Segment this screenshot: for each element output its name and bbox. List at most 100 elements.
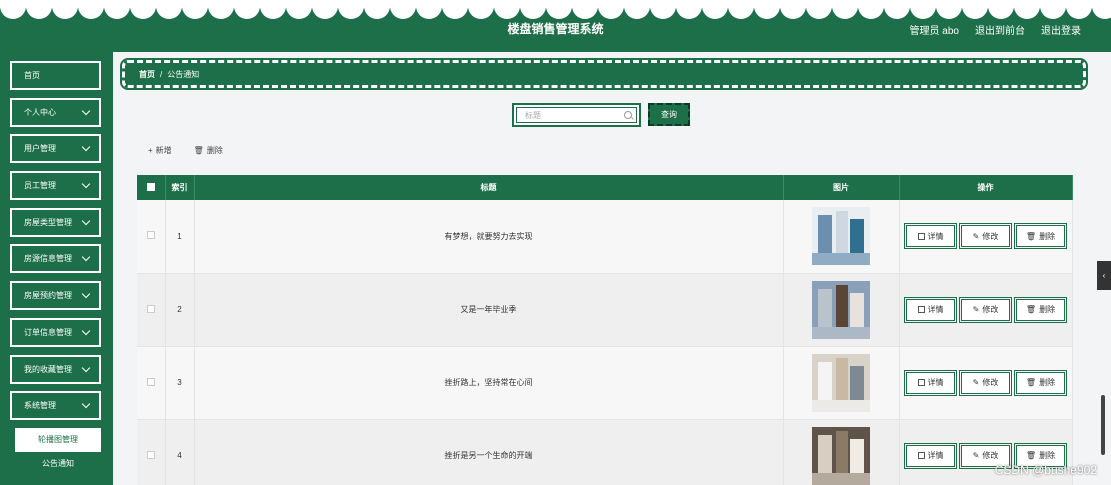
sidebar-item-label: 个人中心 — [24, 107, 56, 117]
select-all-checkbox[interactable] — [146, 182, 155, 191]
scallop-shape — [754, 0, 780, 19]
table-row: 3 挫折路上，坚持常在心间 详情 ✎ 修改 🗑 删除 — [137, 346, 1073, 420]
scallop-shape — [988, 0, 1014, 19]
trash-icon: 🗑 — [1025, 305, 1037, 314]
notice-image — [812, 426, 870, 485]
edit-button[interactable]: ✎ 修改 — [959, 296, 1012, 323]
search-inner — [516, 107, 637, 123]
notice-image — [812, 280, 870, 339]
scallop-shape — [650, 0, 676, 19]
row-select-cell — [137, 273, 166, 347]
scallop-shape — [182, 0, 208, 19]
trash-icon: 🗑 — [1025, 378, 1037, 387]
sidebar-item[interactable]: 系统管理 — [9, 390, 102, 422]
scallop-shape — [676, 0, 702, 19]
notice-table: 索引 标题 图片 操作 1 有梦想，就要努力去实现 详情 ✎ 修改 🗑 删除 2 又是一年毕业季… — [137, 175, 1073, 485]
sidebar-item[interactable]: 用户管理 — [9, 133, 102, 165]
pencil-icon: ✎ — [972, 378, 980, 387]
pencil-icon: ✎ — [972, 305, 980, 314]
detail-button[interactable]: 详情 — [904, 369, 957, 396]
sidebar-item[interactable]: 首页 — [9, 60, 102, 91]
sidebar: 首页个人中心用户管理员工管理房屋类型管理房源信息管理 房屋预约管理订单信息管理我的… — [0, 52, 113, 485]
breadcrumb-home[interactable]: 首页 — [139, 69, 155, 80]
row-checkbox[interactable] — [146, 231, 155, 240]
row-image-cell — [783, 200, 900, 274]
sidebar-item[interactable]: 员工管理 — [9, 170, 102, 202]
scallop-shape — [806, 0, 832, 19]
detail-label: 详情 — [927, 231, 944, 241]
logout-link[interactable]: 退出登录 — [1041, 22, 1081, 37]
detail-button[interactable]: 详情 — [904, 296, 957, 323]
pencil-icon: ✎ — [972, 231, 980, 241]
scallop-shape — [26, 0, 52, 19]
scallop-shape — [1092, 0, 1111, 19]
scallop-shape — [130, 0, 156, 19]
delete-button[interactable]: 🗑 删除 — [1014, 223, 1067, 250]
collapse-toggle[interactable]: ‹ — [1097, 261, 1111, 290]
add-button[interactable]: + 新增 — [148, 145, 172, 156]
trash-icon: 🗑 — [1025, 451, 1037, 460]
scallop-shape — [364, 0, 390, 19]
search-box — [512, 103, 641, 127]
chevron-left-icon: ‹ — [1102, 271, 1106, 280]
scallop-shape — [156, 0, 182, 19]
scrollbar[interactable] — [1101, 395, 1105, 455]
scallop-shape — [962, 0, 988, 19]
back-to-frontend-link[interactable]: 退出到前台 — [975, 22, 1025, 37]
search-icon — [624, 111, 632, 119]
admin-user-label: 管理员 abo — [909, 26, 959, 37]
scallop-shape — [442, 0, 468, 19]
edit-label: 修改 — [982, 378, 999, 387]
sidebar-item-label: 订单信息管理 — [24, 327, 72, 337]
sidebar-item[interactable]: 我的收藏管理 — [9, 353, 102, 385]
row-actions-cell: 详情 ✎ 修改 🗑 删除 — [899, 346, 1073, 420]
detail-button[interactable]: 详情 — [904, 442, 957, 469]
scallop-shape — [832, 0, 858, 19]
sidebar-item[interactable]: 房屋类型管理 — [9, 206, 102, 238]
plus-icon: + — [148, 146, 153, 155]
breadcrumb-current: 公告通知 — [167, 69, 200, 79]
sidebar-item[interactable]: 房屋预约管理 — [9, 280, 102, 312]
table-header-row: 索引 标题 图片 操作 — [137, 175, 1073, 200]
submenu-item[interactable]: 轮播图管理 — [15, 427, 101, 452]
notice-image — [812, 207, 870, 266]
scallop-shape — [286, 0, 312, 19]
edit-button[interactable]: ✎ 修改 — [959, 223, 1012, 250]
header-image: 图片 — [783, 175, 900, 200]
sidebar-item-label: 用户管理 — [24, 144, 56, 154]
row-index: 3 — [165, 346, 195, 420]
row-checkbox[interactable] — [146, 377, 155, 386]
add-button-label: 新增 — [155, 146, 172, 155]
scallop-shape — [416, 0, 442, 19]
top-header: 楼盘销售管理系统 管理员 abo 退出到前台 退出登录 — [0, 0, 1111, 52]
scallop-shape — [494, 0, 520, 19]
sidebar-item-label: 房屋类型管理 — [24, 217, 72, 227]
delete-button[interactable]: 🗑 删除 — [1014, 296, 1067, 323]
chevron-down-icon — [81, 216, 91, 225]
detail-button[interactable]: 详情 — [904, 223, 957, 250]
row-title: 挫折是另一个生命的开端 — [194, 419, 784, 485]
sidebar-item[interactable]: 订单信息管理 — [9, 316, 102, 348]
sidebar-item[interactable]: 房源信息管理 — [9, 243, 102, 275]
chevron-down-icon — [81, 106, 91, 115]
sidebar-item[interactable]: 个人中心 — [9, 96, 102, 128]
delete-button[interactable]: 🗑 删除 — [1014, 369, 1067, 396]
scallop-shape — [520, 0, 546, 19]
scallop-shape — [78, 0, 104, 19]
scallop-shape — [468, 0, 494, 19]
search-input[interactable] — [525, 110, 624, 120]
chevron-down-icon — [81, 363, 91, 372]
row-checkbox[interactable] — [146, 450, 155, 459]
edit-button[interactable]: ✎ 修改 — [959, 369, 1012, 396]
submenu-item[interactable]: 公告通知 — [15, 452, 101, 476]
chevron-down-icon — [81, 253, 91, 262]
batch-delete-button[interactable]: 🗑 删除 — [194, 145, 223, 156]
scallop-shape — [104, 0, 130, 19]
scallop-shape — [260, 0, 286, 19]
scallop-shape — [1066, 0, 1092, 19]
scallop-shape — [572, 0, 598, 19]
scallop-shape — [546, 0, 572, 19]
scallop-shape — [858, 0, 884, 19]
row-checkbox[interactable] — [146, 304, 155, 313]
query-button[interactable]: 查询 — [648, 103, 690, 126]
